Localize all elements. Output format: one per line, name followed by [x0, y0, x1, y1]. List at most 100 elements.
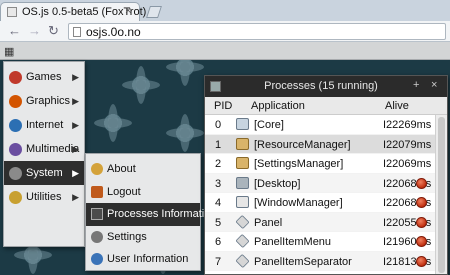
table-row[interactable]: 6 PanelItemMenu I21960ms: [205, 232, 435, 252]
close-tab-icon[interactable]: ×: [125, 5, 131, 17]
column-header-pid[interactable]: PID: [214, 100, 232, 112]
chevron-right-icon: ▶: [72, 120, 79, 130]
column-header-alive[interactable]: Alive: [385, 100, 409, 112]
launcher-icon[interactable]: ▦: [4, 45, 14, 58]
wallpaper-flower: [166, 114, 204, 152]
processes-window[interactable]: Processes (15 running) + × PID Applicati…: [204, 75, 448, 275]
system-submenu: About Logout Processes Information Setti…: [85, 153, 216, 271]
settings-icon: [91, 230, 103, 243]
submenu-item-processes[interactable]: Processes Information: [86, 203, 216, 226]
back-arrow-icon[interactable]: ←: [8, 24, 21, 38]
process-icon: [236, 196, 249, 208]
menu-item-label: Games: [26, 71, 62, 83]
chevron-right-icon: ▶: [72, 72, 79, 82]
wallpaper-flower: [122, 66, 160, 104]
table-row[interactable]: 0 [Core] I22269ms: [205, 115, 435, 135]
pid-cell: 7: [215, 255, 222, 268]
vertical-scrollbar[interactable]: [435, 115, 447, 274]
menu-item-multimedia[interactable]: Multimedia ▶: [4, 137, 84, 161]
submenu-item-label: Settings: [107, 230, 147, 243]
desktop-panel: ▦: [0, 42, 450, 60]
window-title: Processes (15 running): [264, 80, 378, 92]
application-cell: [Core]: [254, 119, 284, 131]
process-icon: [236, 118, 249, 130]
process-icon: [235, 233, 250, 249]
about-icon: [91, 163, 103, 175]
internet-icon: [9, 119, 22, 132]
submenu-item-about[interactable]: About: [86, 158, 200, 181]
utilities-icon: [9, 191, 22, 204]
window-titlebar[interactable]: Processes (15 running) + ×: [205, 76, 447, 97]
pid-cell: 1: [215, 138, 222, 151]
pid-cell: 0: [215, 119, 222, 131]
alive-cell: I22069ms: [383, 158, 432, 170]
application-cell: [SettingsManager]: [254, 158, 344, 170]
pid-cell: 4: [215, 197, 222, 209]
process-icon: [236, 176, 249, 189]
page-icon: [73, 27, 81, 37]
menu-item-label: System: [26, 167, 63, 179]
new-tab-button[interactable]: [146, 6, 162, 18]
address-bar[interactable]: osjs.0o.no: [68, 23, 446, 40]
pid-cell: 6: [215, 236, 222, 248]
table-row[interactable]: 1 [ResourceManager] I22079ms: [205, 134, 435, 154]
wallpaper-flower: [94, 104, 132, 142]
process-icon: [236, 137, 249, 150]
logout-icon: [91, 185, 103, 198]
url-text: osjs.0o.no: [86, 25, 141, 39]
kill-process-icon[interactable]: [416, 197, 427, 208]
processes-icon: [91, 208, 103, 220]
games-icon: [9, 71, 22, 84]
process-icon: [235, 253, 250, 268]
table-header: PID Application Alive: [205, 97, 447, 115]
pid-cell: 3: [215, 177, 222, 190]
kill-process-icon[interactable]: [416, 255, 427, 267]
close-window-button[interactable]: ×: [431, 79, 437, 91]
application-cell: [WindowManager]: [254, 197, 343, 209]
submenu-item-label: User Information: [107, 253, 189, 265]
forward-arrow-icon[interactable]: →: [28, 24, 41, 38]
system-icon: [9, 167, 22, 180]
table-row[interactable]: 5 Panel I22055ms: [205, 212, 435, 232]
chevron-right-icon: ▶: [72, 192, 79, 202]
pid-cell: 5: [215, 216, 222, 229]
table-row[interactable]: 4 [WindowManager] I22068ms: [205, 193, 435, 213]
menu-item-system[interactable]: System ▶: [4, 161, 84, 185]
process-icon: [236, 157, 249, 169]
browser-tab[interactable]: OS.js 0.5-beta5 (FoxTrot) ×: [0, 2, 146, 21]
browser-toolbar: ← → ↻ osjs.0o.no: [0, 21, 450, 42]
pid-cell: 2: [215, 158, 222, 170]
submenu-item-user-info[interactable]: User Information: [86, 248, 200, 271]
application-cell: Panel: [254, 216, 283, 229]
table-row[interactable]: 2 [SettingsManager] I22069ms: [205, 154, 435, 174]
desktop[interactable]: ▦ Games ▶ Graphics ▶ Internet ▶ Multimed…: [0, 42, 450, 275]
browser-tabstrip: OS.js 0.5-beta5 (FoxTrot) ×: [0, 0, 450, 21]
reload-icon[interactable]: ↻: [48, 24, 59, 38]
submenu-item-logout[interactable]: Logout: [86, 181, 200, 204]
submenu-item-label: Logout: [107, 185, 141, 198]
table-row[interactable]: 3 [Desktop] I22068ms: [205, 173, 435, 193]
scrollbar-thumb[interactable]: [438, 117, 445, 273]
menu-item-internet[interactable]: Internet ▶: [4, 113, 84, 137]
kill-process-icon[interactable]: [416, 236, 427, 247]
maximize-button[interactable]: +: [413, 79, 419, 91]
menu-item-graphics[interactable]: Graphics ▶: [4, 89, 84, 113]
submenu-item-label: About: [107, 163, 136, 175]
menu-item-utilities[interactable]: Utilities ▶: [4, 185, 84, 209]
favicon-icon: [7, 7, 17, 17]
menu-item-games[interactable]: Games ▶: [4, 65, 84, 89]
application-cell: PanelItemMenu: [254, 236, 332, 248]
user-icon: [91, 253, 103, 265]
table-row[interactable]: 7 PanelItemSeparator I21813ms: [205, 251, 435, 271]
process-table: 0 [Core] I22269ms 1 [ResourceManager] I2…: [205, 115, 435, 274]
submenu-item-settings[interactable]: Settings: [86, 226, 200, 249]
process-icon: [235, 214, 250, 229]
application-cell: [ResourceManager]: [254, 138, 351, 151]
alive-cell: I22269ms: [383, 119, 432, 131]
column-header-application[interactable]: Application: [251, 100, 305, 112]
chevron-right-icon: ▶: [72, 96, 79, 106]
menu-item-label: Graphics: [26, 95, 71, 107]
kill-process-icon[interactable]: [416, 216, 427, 228]
menu-item-label: Internet: [26, 119, 64, 131]
kill-process-icon[interactable]: [416, 177, 427, 189]
